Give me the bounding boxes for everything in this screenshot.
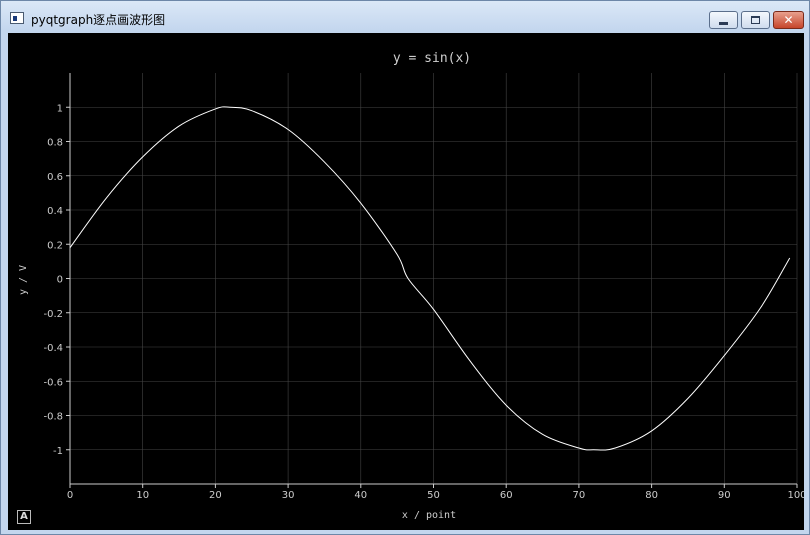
minimize-button[interactable] xyxy=(709,11,738,29)
grid-lines xyxy=(69,73,798,484)
chart-title: y = sin(x) xyxy=(393,51,471,66)
close-icon: ✕ xyxy=(783,13,794,27)
x-tick-label: 70 xyxy=(573,490,586,501)
y-tick-label: -1 xyxy=(53,446,63,457)
maximize-button[interactable] xyxy=(741,11,770,29)
x-tick-label: 0 xyxy=(67,490,73,501)
y-tick-label: -0.8 xyxy=(43,412,63,423)
y-tick-label: -0.6 xyxy=(43,377,63,388)
app-window: pyqtgraph逐点画波形图 ✕ 0 10 20 30 40 50 60 70 80 90 100… xyxy=(0,0,810,535)
maximize-icon xyxy=(751,16,760,24)
y-axis-ticks: 1 0.8 0.6 0.4 0.2 0 -0.2 -0.4 -0.6 -0.8 -1 xyxy=(43,103,70,457)
close-button[interactable]: ✕ xyxy=(773,11,804,29)
x-tick-label: 50 xyxy=(427,490,440,501)
window-title: pyqtgraph逐点画波形图 xyxy=(31,13,166,27)
y-tick-label: 1 xyxy=(57,103,63,114)
x-axis-label: x / point xyxy=(402,510,456,521)
plot-canvas[interactable]: 0 10 20 30 40 50 60 70 80 90 100 1 0.8 0.6 0.4 0.2 0 -0.… xyxy=(8,33,804,530)
x-tick-label: 90 xyxy=(718,490,731,501)
y-tick-label: 0.6 xyxy=(47,172,63,183)
x-tick-label: 30 xyxy=(282,490,295,501)
x-tick-label: 60 xyxy=(500,490,513,501)
y-tick-label: 0.2 xyxy=(47,240,63,251)
app-window-icon xyxy=(10,12,24,24)
minimize-icon xyxy=(719,21,728,25)
y-tick-label: -0.4 xyxy=(43,343,63,354)
x-tick-label: 80 xyxy=(645,490,658,501)
x-tick-label: 40 xyxy=(354,490,367,501)
x-tick-label: 20 xyxy=(209,490,222,501)
y-tick-label: 0 xyxy=(57,275,63,286)
y-tick-label: 0.4 xyxy=(47,206,63,217)
title-bar[interactable]: pyqtgraph逐点画波形图 ✕ xyxy=(1,1,809,33)
y-axis-label: y / V xyxy=(18,265,29,295)
auto-range-button[interactable]: A xyxy=(17,510,31,524)
y-tick-label: -0.2 xyxy=(43,309,63,320)
x-tick-label: 10 xyxy=(136,490,149,501)
sine-chart[interactable]: 0 10 20 30 40 50 60 70 80 90 100 1 0.8 0.6 0.4 0.2 0 -0.… xyxy=(8,33,804,530)
y-tick-label: 0.8 xyxy=(47,138,63,149)
x-axis-ticks: 0 10 20 30 40 50 60 70 80 90 100 xyxy=(67,484,804,501)
x-tick-label: 100 xyxy=(787,490,804,501)
